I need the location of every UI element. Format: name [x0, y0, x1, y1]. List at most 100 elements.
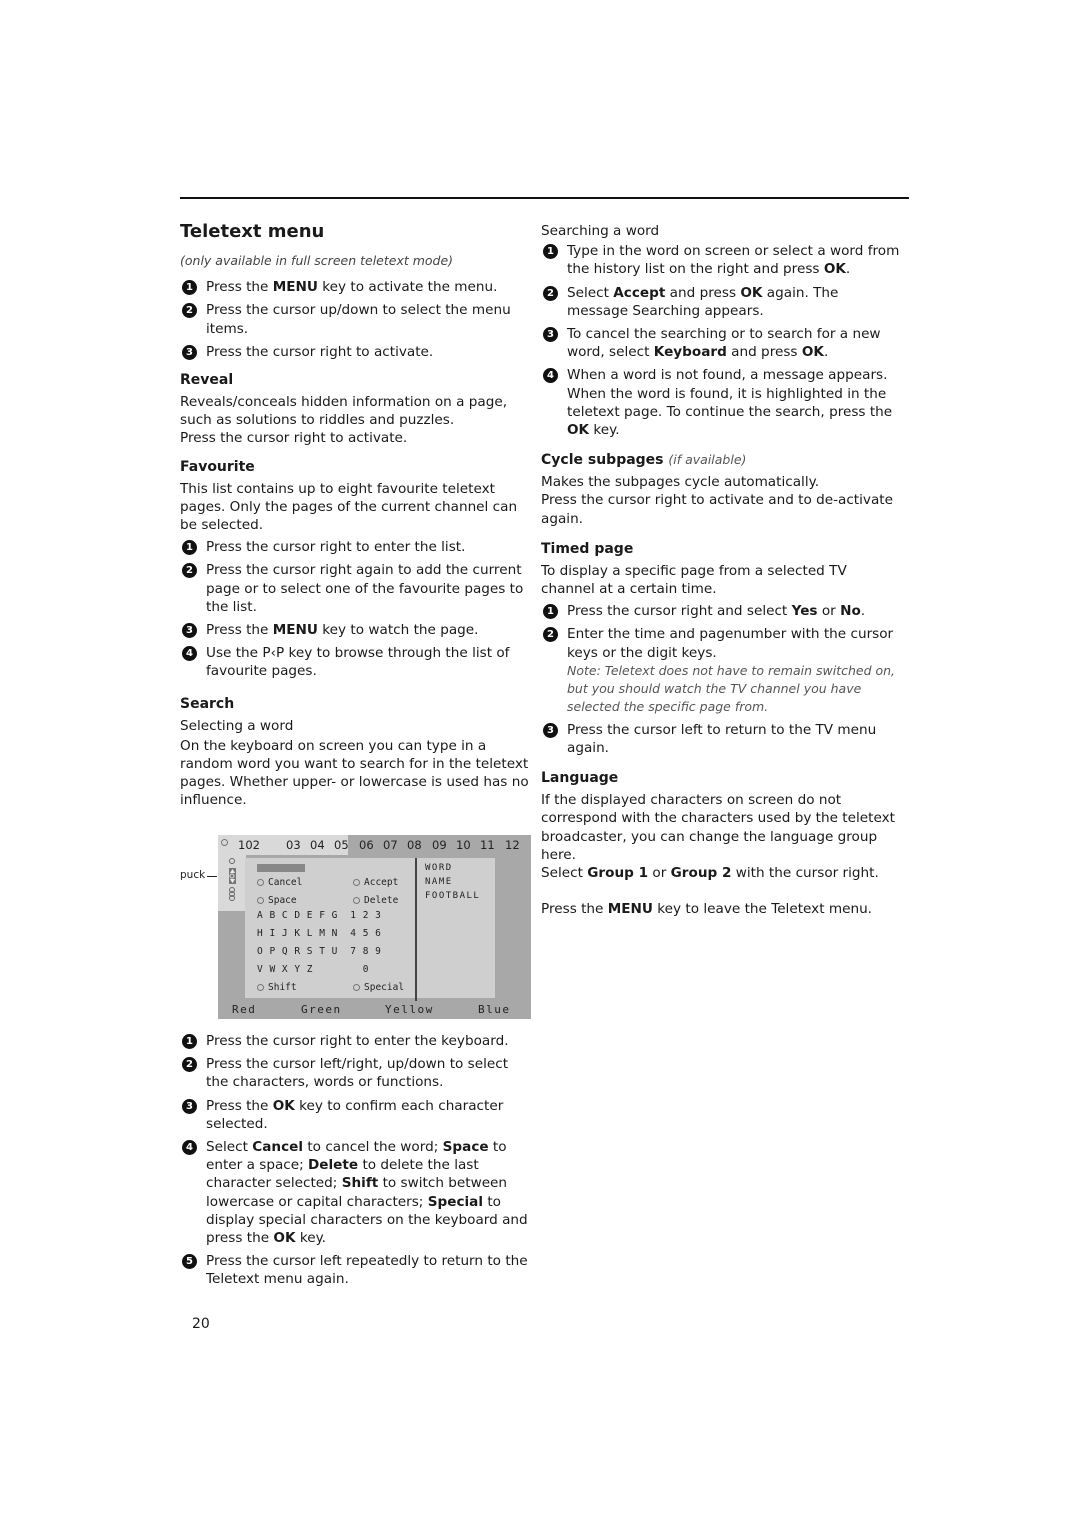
text-run: Press the cursor right again to add the … — [206, 562, 524, 615]
bold-term: OK — [272, 1097, 295, 1114]
reveal-description: Reveals/conceals hidden information on a… — [180, 394, 508, 429]
cancel-key[interactable]: Cancel — [257, 877, 302, 888]
intro-steps: 1 Press the MENU key to activate the menu… — [180, 278, 530, 361]
availability-note: (only available in full screen teletext … — [180, 253, 454, 268]
radio-dot-icon — [353, 984, 360, 991]
puck-leader-line — [207, 876, 217, 877]
right-column: Searching a word 1 Type in the word on sc… — [541, 222, 901, 922]
radio-dot-icon — [257, 897, 264, 904]
key-row[interactable]: A B C D E F G 1 2 3 — [257, 910, 381, 921]
language-heading: Language — [541, 770, 619, 787]
blue-key[interactable]: Blue — [478, 1003, 511, 1016]
step-number-icon: 1 — [182, 280, 197, 296]
reveal-text: Reveals/conceals hidden information on a… — [180, 393, 530, 448]
radio-dot-icon — [353, 879, 360, 886]
text-run: Press the — [206, 279, 273, 296]
text-run: to cancel the word; — [303, 1139, 443, 1156]
shift-key[interactable]: Shift — [257, 982, 297, 993]
text-run: . — [845, 261, 851, 278]
leave-menu-text: Press the MENU key to leave the Teletext… — [541, 900, 901, 918]
text-run: Press the cursor left repeatedly to retu… — [206, 1253, 528, 1288]
step-number-icon: 2 — [182, 563, 197, 579]
text-run: When a word is not found, a message appe… — [567, 367, 893, 420]
page-title: Teletext menu — [180, 221, 325, 242]
special-key[interactable]: Special — [353, 982, 404, 993]
step-item: 3 Press the cursor right to activate. — [180, 343, 530, 361]
text-run: and press — [726, 344, 802, 361]
radio-dot-icon — [353, 897, 360, 904]
step-number-icon: 3 — [543, 327, 558, 343]
page-number[interactable]: 06 — [359, 838, 374, 852]
text-run: key to watch the page. — [317, 622, 479, 639]
space-key[interactable]: Space — [257, 895, 297, 906]
puck-icons — [229, 858, 236, 901]
teletext-search-screen: 102 03 04 05 06 07 08 09 10 11 12 Cancel… — [218, 835, 531, 1019]
timed-steps-2: 3 Press the cursor left to return to the … — [541, 721, 901, 757]
searching-word-label: Searching a word — [541, 223, 660, 239]
page-number[interactable]: 102 — [238, 838, 260, 852]
step-item: 1 Press the cursor right and select Yes o… — [541, 602, 901, 620]
cycle-subpages-heading: Cycle subpages (if available) — [541, 452, 747, 469]
text-run: Select — [567, 284, 614, 301]
yellow-key[interactable]: Yellow — [385, 1003, 434, 1016]
text-run: Use the P‹P key to browse through the li… — [206, 645, 510, 680]
text-run: Press the cursor right to enter the keyb… — [206, 1033, 509, 1049]
history-item[interactable]: WORD — [425, 863, 453, 873]
history-item[interactable]: NAME — [425, 877, 453, 887]
language-select: Select Group 1 or Group 2 with the curso… — [541, 864, 901, 882]
search-steps-block: 1 Press the cursor right to enter the key… — [180, 1032, 530, 1294]
bold-term: OK — [801, 344, 824, 361]
text-run: Press the — [541, 901, 608, 918]
bold-term: Special — [427, 1193, 484, 1210]
page-number[interactable]: 12 — [505, 838, 520, 852]
bold-term: Cancel — [252, 1139, 304, 1156]
delete-key[interactable]: Delete — [353, 895, 398, 906]
red-key[interactable]: Red — [232, 1003, 256, 1016]
step-item: 1 Press the cursor right to enter the lis… — [180, 538, 530, 556]
text-run: Press the cursor right to enter the list… — [206, 539, 466, 556]
searching-steps: 1 Type in the word on screen or select a … — [541, 242, 901, 439]
key-row[interactable]: V W X Y Z 0 — [257, 964, 369, 975]
search-word-input[interactable] — [257, 864, 305, 872]
bold-term: OK — [567, 422, 590, 439]
page-number[interactable]: 11 — [480, 838, 495, 852]
step-item: 1 Press the cursor right to enter the key… — [180, 1032, 530, 1050]
bold-term: MENU — [272, 622, 318, 639]
green-key[interactable]: Green — [301, 1003, 342, 1016]
page-number[interactable]: 05 — [334, 838, 349, 852]
bold-term: Keyboard — [653, 344, 727, 361]
step-item: 2 Press the cursor right again to add the… — [180, 561, 530, 616]
step-number-icon: 3 — [543, 722, 558, 738]
page-number[interactable]: 09 — [432, 838, 447, 852]
step-item: 5 Press the cursor left repeatedly to ret… — [180, 1252, 530, 1288]
step-number-icon: 2 — [543, 285, 558, 301]
bold-term: Group 1 — [587, 865, 649, 882]
accept-key[interactable]: Accept — [353, 877, 398, 888]
page-number[interactable]: 07 — [383, 838, 398, 852]
step-number-icon: 4 — [543, 368, 558, 384]
text-run: or — [648, 865, 671, 882]
history-item[interactable]: FOOTBALL — [425, 891, 480, 901]
page-number[interactable]: 04 — [310, 838, 325, 852]
step-item: 4 Use the P‹P key to browse through the l… — [180, 644, 530, 680]
step-number-icon: 3 — [182, 1098, 197, 1114]
text-run: Press the cursor right to activate. — [206, 343, 434, 360]
page-number[interactable]: 03 — [286, 838, 301, 852]
bold-term: Accept — [613, 284, 666, 301]
if-available-note: (if available) — [668, 452, 747, 468]
color-key-bar: Red Green Yellow Blue — [218, 1001, 531, 1019]
step-number-icon: 3 — [182, 623, 197, 639]
text-run: key to activate the menu. — [317, 279, 498, 296]
cycle-text: Makes the subpages cycle automatically. … — [541, 474, 893, 527]
key-row[interactable]: O P Q R S T U 7 8 9 — [257, 946, 381, 957]
text-run: Enter the time and pagenumber with the c… — [567, 626, 894, 661]
key-row[interactable]: H I J K L M N 4 5 6 — [257, 928, 381, 939]
page-number[interactable]: 10 — [456, 838, 471, 852]
text-run: with the cursor right. — [731, 865, 879, 882]
page-number[interactable]: 08 — [407, 838, 422, 852]
reveal-heading: Reveal — [180, 372, 234, 389]
text-run: key. — [589, 422, 620, 439]
favourite-text: This list contains up to eight favourite… — [180, 480, 518, 534]
bold-term: OK — [273, 1230, 296, 1247]
step-number-icon: 1 — [182, 1034, 197, 1049]
